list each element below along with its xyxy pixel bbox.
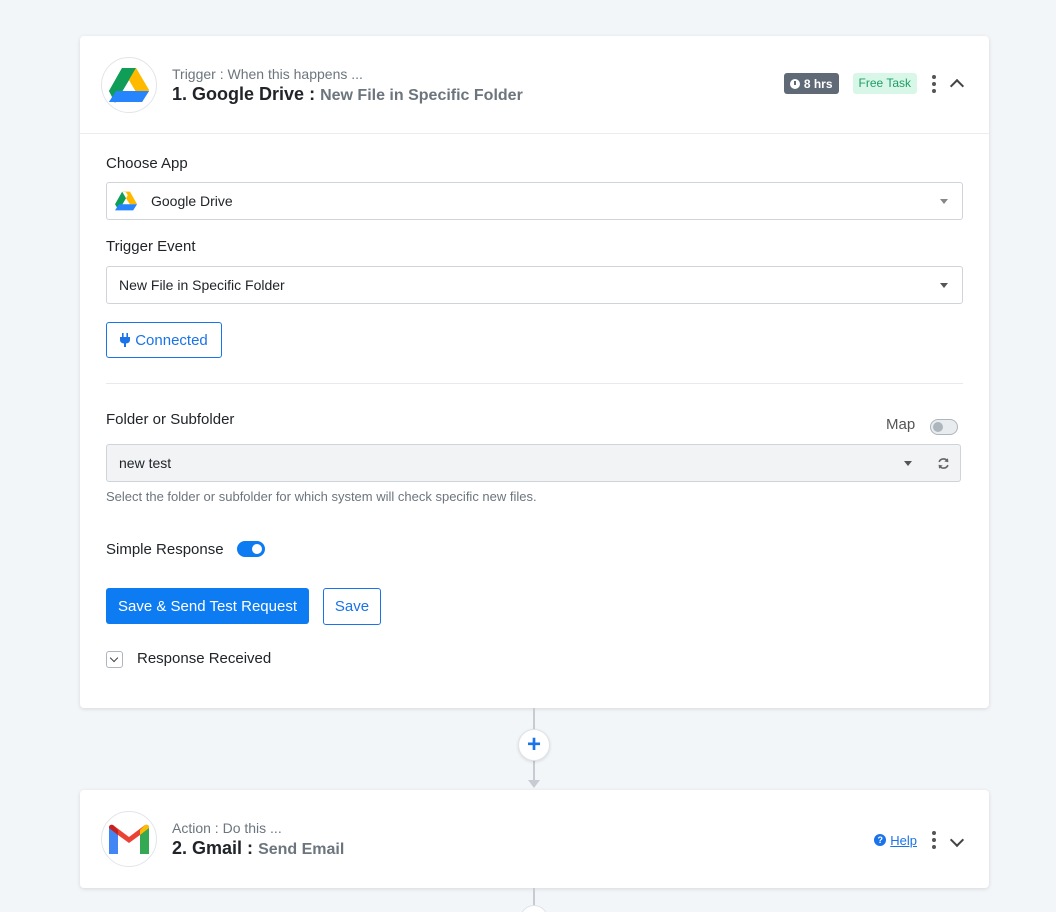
trigger-event-value: New File in Specific Folder: [119, 277, 285, 293]
plug-icon: [120, 333, 131, 347]
more-options-icon[interactable]: [931, 74, 937, 93]
trigger-title: 1. Google Drive : New File in Specific F…: [172, 84, 523, 105]
gmail-logo: [101, 811, 157, 867]
time-badge: 8 hrs: [783, 73, 839, 94]
add-step-button-partial[interactable]: [520, 905, 548, 912]
response-received-checkbox[interactable]: [106, 651, 123, 668]
action-kicker: Action : Do this ...: [172, 820, 282, 836]
free-task-badge: Free Task: [852, 73, 917, 94]
folder-value: new test: [119, 455, 172, 471]
action-title: 2. Gmail : Send Email: [172, 838, 344, 859]
help-label: Help: [890, 832, 917, 848]
refresh-icon: [937, 457, 949, 469]
response-received-label: Response Received: [137, 650, 272, 667]
collapse-chevron-up-icon[interactable]: [949, 76, 965, 92]
choose-app-value: Google Drive: [151, 193, 233, 209]
question-circle-icon: ?: [874, 834, 887, 846]
clock-icon: [789, 78, 800, 89]
choose-app-select[interactable]: Google Drive: [106, 182, 963, 220]
section-divider: [106, 383, 963, 384]
trigger-event-select[interactable]: New File in Specific Folder: [106, 266, 963, 304]
trigger-separator: :: [309, 84, 316, 104]
action-app-name: 2. Gmail: [172, 838, 243, 858]
google-drive-icon: [109, 68, 149, 103]
add-step-button[interactable]: +: [518, 729, 550, 761]
time-badge-label: 8 hrs: [803, 76, 833, 91]
action-step-card: Action : Do this ... 2. Gmail : Send Ema…: [80, 790, 989, 888]
connector-arrow-icon: [528, 780, 540, 788]
gmail-icon: [109, 824, 149, 854]
help-link[interactable]: ? Help: [874, 833, 917, 848]
trigger-event-name: New File in Specific Folder: [320, 87, 523, 104]
folder-label: Folder or Subfolder: [106, 411, 235, 428]
action-event-name: Send Email: [258, 841, 345, 858]
refresh-button[interactable]: [926, 444, 961, 482]
trigger-header-actions: 8 hrs Free Task: [783, 73, 965, 94]
trigger-event-label: Trigger Event: [106, 238, 196, 255]
trigger-kicker: Trigger : When this happens ...: [172, 66, 363, 82]
chevron-down-icon: [904, 461, 912, 466]
map-label: Map: [886, 416, 916, 433]
chevron-down-icon: [940, 199, 948, 204]
chevron-down-icon: [940, 283, 948, 288]
simple-response-label: Simple Response: [106, 541, 224, 558]
google-drive-small-icon: [115, 191, 137, 211]
map-toggle[interactable]: [930, 419, 958, 435]
save-button[interactable]: Save: [323, 588, 381, 625]
connected-button[interactable]: Connected: [106, 322, 222, 358]
folder-help-text: Select the folder or subfolder for which…: [106, 489, 537, 504]
google-drive-logo: [101, 57, 157, 113]
folder-select[interactable]: new test: [106, 444, 927, 482]
expand-chevron-down-icon[interactable]: [949, 835, 965, 851]
more-options-icon[interactable]: [931, 831, 937, 849]
simple-response-toggle[interactable]: [237, 541, 265, 557]
trigger-step-card: Trigger : When this happens ... 1. Googl…: [80, 36, 989, 708]
trigger-step-header[interactable]: Trigger : When this happens ... 1. Googl…: [80, 36, 989, 134]
save-send-test-button[interactable]: Save & Send Test Request: [106, 588, 309, 624]
trigger-app-name: 1. Google Drive: [172, 84, 305, 104]
action-header-actions: ? Help: [874, 829, 965, 851]
action-separator: :: [247, 838, 254, 858]
choose-app-label: Choose App: [106, 155, 188, 172]
connected-label: Connected: [135, 331, 208, 349]
action-step-header[interactable]: Action : Do this ... 2. Gmail : Send Ema…: [80, 790, 989, 888]
